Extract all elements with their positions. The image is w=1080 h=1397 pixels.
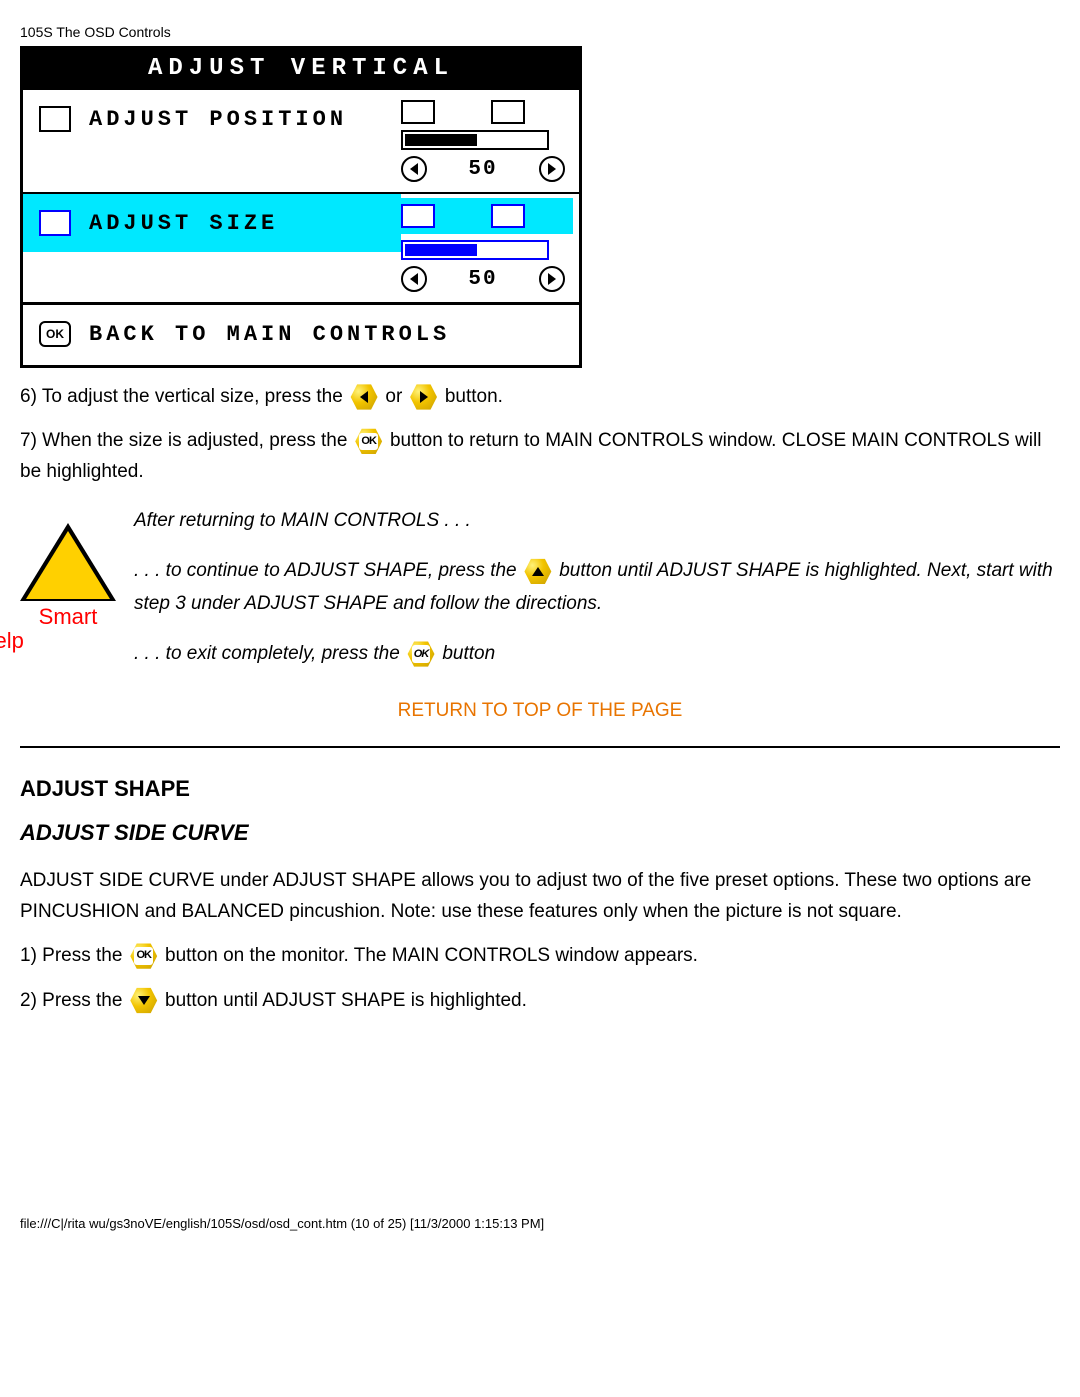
section-heading: ADJUST SHAPE (20, 776, 1060, 802)
page-header: 105S The OSD Controls (20, 24, 1060, 40)
description: ADJUST SIDE CURVE under ADJUST SHAPE all… (20, 866, 1060, 927)
smart-help-block: Smart Help After returning to MAIN CONTR… (20, 505, 1060, 670)
return-to-top-link[interactable]: RETURN TO TOP OF THE PAGE (20, 700, 1060, 722)
osd-row-size: ADJUST SIZE 50 (23, 192, 579, 302)
step-6: 6) To adjust the vertical size, press th… (20, 382, 1060, 412)
size-expand-icon (491, 204, 525, 228)
ok-icon: OK (39, 321, 71, 347)
step1-text-b: button on the monitor. The MAIN CONTROLS… (165, 945, 698, 966)
size-icon (39, 210, 71, 236)
position-value: 50 (468, 158, 497, 181)
sub-heading: ADJUST SIDE CURVE (20, 820, 1060, 846)
position-slider (401, 130, 549, 150)
step2-text-b: button until ADJUST SHAPE is highlighted… (165, 990, 527, 1011)
size-decrease-icon (401, 266, 427, 292)
position-down-icon (401, 100, 435, 124)
down-button-icon (130, 987, 158, 1015)
step7-text-a: 7) When the size is adjusted, press the (20, 430, 353, 451)
tip3a: . . . to exit completely, press the (134, 643, 405, 664)
step-2: 2) Press the button until ADJUST SHAPE i… (20, 986, 1060, 1016)
step1-text-a: 1) Press the (20, 945, 128, 966)
tip-line-3: . . . to exit completely, press the OK b… (134, 638, 1060, 670)
smart-label-1: Smart (39, 604, 98, 629)
osd-back-label: BACK TO MAIN CONTROLS (89, 322, 450, 347)
tip2a: . . . to continue to ADJUST SHAPE, press… (134, 560, 522, 581)
size-shrink-icon (401, 204, 435, 228)
step6-text-a: 6) To adjust the vertical size, press th… (20, 386, 343, 407)
osd-title: ADJUST VERTICAL (23, 49, 579, 90)
step6-text-b: or (385, 386, 402, 407)
size-slider (401, 240, 549, 260)
step-7: 7) When the size is adjusted, press the … (20, 426, 1060, 487)
position-up-icon (491, 100, 525, 124)
ok-button-icon-2: OK (407, 640, 435, 668)
warning-icon (20, 523, 116, 601)
step-1: 1) Press the OK button on the monitor. T… (20, 941, 1060, 971)
tip3b: button (442, 643, 495, 664)
osd-back-row: OK BACK TO MAIN CONTROLS (23, 302, 579, 365)
tip-text: After returning to MAIN CONTROLS . . . .… (134, 505, 1060, 670)
tip-line-2: . . . to continue to ADJUST SHAPE, press… (134, 555, 1060, 620)
position-icon (39, 106, 71, 132)
ok-button-icon: OK (355, 427, 383, 455)
position-increase-icon (539, 156, 565, 182)
osd-row1-label: ADJUST POSITION (89, 107, 347, 132)
divider (20, 746, 1060, 748)
smart-label-2: Help (0, 628, 24, 653)
smart-help-label: Smart Help (39, 605, 98, 653)
size-value: 50 (468, 268, 497, 291)
up-button-icon (524, 557, 552, 585)
osd-row2-label: ADJUST SIZE (89, 211, 278, 236)
left-button-icon (350, 383, 378, 411)
step6-text-c: button. (445, 386, 503, 407)
right-button-icon (410, 383, 438, 411)
size-increase-icon (539, 266, 565, 292)
ok-button-icon-3: OK (130, 942, 158, 970)
position-decrease-icon (401, 156, 427, 182)
footer-path: file:///C|/rita wu/gs3noVE/english/105S/… (20, 1216, 1060, 1231)
osd-row-position: ADJUST POSITION 50 (23, 90, 579, 192)
osd-panel: ADJUST VERTICAL ADJUST POSITION 50 (20, 46, 582, 368)
tip-line-1: After returning to MAIN CONTROLS . . . (134, 505, 1060, 537)
step2-text-a: 2) Press the (20, 990, 128, 1011)
